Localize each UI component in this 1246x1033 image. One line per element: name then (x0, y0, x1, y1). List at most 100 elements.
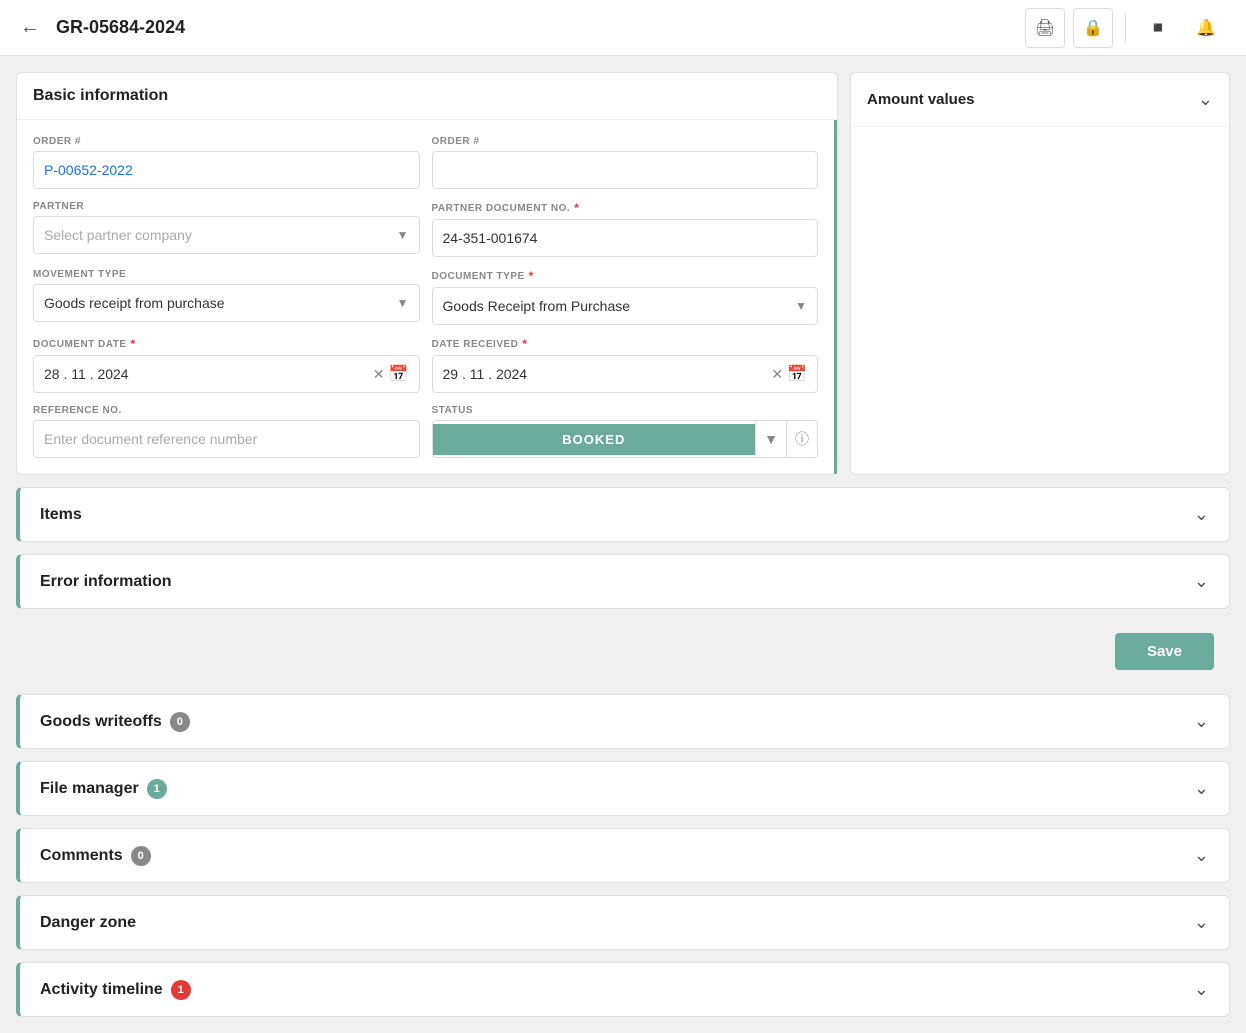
basic-info-body: ORDER # P-00652-2022 ORDER # PARTNER (17, 120, 837, 474)
file-manager-chevron-icon: ⌄ (1194, 778, 1209, 799)
document-type-dropdown[interactable]: Goods Receipt from Purchase ▼ (432, 287, 819, 325)
page-title: GR-05684-2024 (56, 17, 1009, 38)
status-info-button[interactable]: ⓘ (786, 421, 817, 457)
items-section[interactable]: Items ⌄ (16, 487, 1230, 542)
movement-type-dropdown-icon: ▼ (397, 296, 409, 310)
file-manager-badge: 1 (147, 779, 167, 799)
activity-timeline-chevron-icon: ⌄ (1194, 979, 1209, 1000)
document-type-required: * (529, 269, 534, 283)
document-date-input[interactable]: 28 . 11 . 2024 ✕ 📅 (33, 355, 420, 393)
header-actions: 🖨 🔒 ◾ 🔔 (1025, 8, 1226, 48)
activity-timeline-header[interactable]: Activity timeline 1 ⌄ (20, 963, 1229, 1016)
document-date-clear-icon[interactable]: ✕ (373, 366, 385, 383)
top-section: Basic information ORDER # P-00652-2022 O… (16, 72, 1230, 475)
order-1-label: ORDER # (33, 136, 420, 147)
comments-header[interactable]: Comments 0 ⌄ (20, 829, 1229, 882)
document-type-value: Goods Receipt from Purchase (443, 298, 631, 314)
comments-section[interactable]: Comments 0 ⌄ (16, 828, 1230, 883)
basic-information-card: Basic information ORDER # P-00652-2022 O… (16, 72, 838, 475)
items-chevron-icon: ⌄ (1194, 504, 1209, 525)
date-received-field: DATE RECEIVED * 29 . 11 . 2024 ✕ 📅 (432, 337, 819, 393)
back-button[interactable]: ← (20, 16, 40, 39)
error-info-section[interactable]: Error information ⌄ (16, 554, 1230, 609)
partner-label: PARTNER (33, 201, 420, 212)
print-button[interactable]: 🖨 (1025, 8, 1065, 48)
form-section: ORDER # P-00652-2022 ORDER # PARTNER (17, 120, 837, 474)
date-received-value: 29 . 11 . 2024 (443, 366, 768, 382)
movement-type-field: MOVEMENT TYPE Goods receipt from purchas… (33, 269, 420, 325)
status-dropdown-icon: ▼ (764, 431, 778, 447)
partner-doc-label: PARTNER DOCUMENT NO. * (432, 201, 819, 215)
goods-writeoffs-section[interactable]: Goods writeoffs 0 ⌄ (16, 694, 1230, 749)
status-control: BOOKED ▼ ⓘ (432, 420, 819, 458)
document-date-label: DOCUMENT DATE * (33, 337, 420, 351)
danger-zone-header[interactable]: Danger zone ⌄ (20, 896, 1229, 949)
comments-chevron-icon: ⌄ (1194, 845, 1209, 866)
date-received-calendar-icon[interactable]: 📅 (787, 364, 807, 384)
goods-writeoffs-title: Goods writeoffs 0 (40, 712, 190, 732)
amount-values-header[interactable]: Amount values ⌄ (851, 73, 1229, 127)
date-received-label: DATE RECEIVED * (432, 337, 819, 351)
lock-button[interactable]: 🔒 (1073, 8, 1113, 48)
order-2-value[interactable] (432, 151, 819, 189)
partner-field: PARTNER Select partner company ▼ (33, 201, 420, 257)
form-grid: ORDER # P-00652-2022 ORDER # PARTNER (33, 136, 818, 458)
order-1-value[interactable]: P-00652-2022 (33, 151, 420, 189)
document-type-dropdown-icon: ▼ (795, 299, 807, 313)
main-content: Basic information ORDER # P-00652-2022 O… (0, 56, 1246, 1033)
movement-type-label: MOVEMENT TYPE (33, 269, 420, 280)
status-field: STATUS BOOKED ▼ ⓘ (432, 405, 819, 458)
reference-no-input[interactable]: Enter document reference number (33, 420, 420, 458)
partner-doc-field: PARTNER DOCUMENT NO. * 24-351-001674 (432, 201, 819, 257)
partner-doc-value[interactable]: 24-351-001674 (432, 219, 819, 257)
reference-no-field: REFERENCE NO. Enter document reference n… (33, 405, 420, 458)
goods-writeoffs-chevron-icon: ⌄ (1194, 711, 1209, 732)
partner-dropdown-icon: ▼ (397, 228, 409, 242)
action-bar: Save (16, 621, 1230, 682)
status-badge: BOOKED (433, 424, 756, 455)
activity-timeline-badge: 1 (171, 980, 191, 1000)
notifications-button[interactable]: 🔔 (1186, 8, 1226, 48)
items-header[interactable]: Items ⌄ (20, 488, 1229, 541)
status-info-icon: ⓘ (795, 429, 809, 449)
movement-type-dropdown[interactable]: Goods receipt from purchase ▼ (33, 284, 420, 322)
activity-timeline-title: Activity timeline 1 (40, 980, 191, 1000)
partner-dropdown[interactable]: Select partner company ▼ (33, 216, 420, 254)
header-divider (1125, 13, 1126, 43)
document-type-field: DOCUMENT TYPE * Goods Receipt from Purch… (432, 269, 819, 325)
danger-zone-section[interactable]: Danger zone ⌄ (16, 895, 1230, 950)
date-received-required: * (522, 337, 527, 351)
app-header: ← GR-05684-2024 🖨 🔒 ◾ 🔔 (0, 0, 1246, 56)
activity-timeline-section[interactable]: Activity timeline 1 ⌄ (16, 962, 1230, 1017)
save-button[interactable]: Save (1115, 633, 1214, 670)
partner-placeholder: Select partner company (44, 227, 192, 243)
reference-no-label: REFERENCE NO. (33, 405, 420, 416)
document-date-field: DOCUMENT DATE * 28 . 11 . 2024 ✕ 📅 (33, 337, 420, 393)
date-received-clear-icon[interactable]: ✕ (771, 366, 783, 383)
items-title: Items (40, 506, 82, 524)
document-type-label: DOCUMENT TYPE * (432, 269, 819, 283)
file-manager-section[interactable]: File manager 1 ⌄ (16, 761, 1230, 816)
basic-info-title: Basic information (33, 87, 168, 104)
file-manager-header[interactable]: File manager 1 ⌄ (20, 762, 1229, 815)
apps-button[interactable]: ◾ (1138, 8, 1178, 48)
error-info-title: Error information (40, 573, 172, 591)
basic-info-header: Basic information (17, 73, 837, 120)
goods-writeoffs-badge: 0 (170, 712, 190, 732)
movement-type-value: Goods receipt from purchase (44, 295, 225, 311)
partner-doc-required: * (574, 201, 579, 215)
error-info-header[interactable]: Error information ⌄ (20, 555, 1229, 608)
order-2-field: ORDER # (432, 136, 819, 189)
order-1-field: ORDER # P-00652-2022 (33, 136, 420, 189)
date-received-input[interactable]: 29 . 11 . 2024 ✕ 📅 (432, 355, 819, 393)
document-date-calendar-icon[interactable]: 📅 (389, 364, 409, 384)
bell-icon: 🔔 (1196, 18, 1216, 38)
back-icon: ← (20, 16, 40, 39)
lock-icon: 🔒 (1083, 18, 1103, 38)
status-dropdown-button[interactable]: ▼ (755, 421, 786, 457)
goods-writeoffs-header[interactable]: Goods writeoffs 0 ⌄ (20, 695, 1229, 748)
print-icon: 🖨 (1035, 18, 1055, 38)
file-manager-title: File manager 1 (40, 779, 167, 799)
order-2-label: ORDER # (432, 136, 819, 147)
document-date-required: * (131, 337, 136, 351)
